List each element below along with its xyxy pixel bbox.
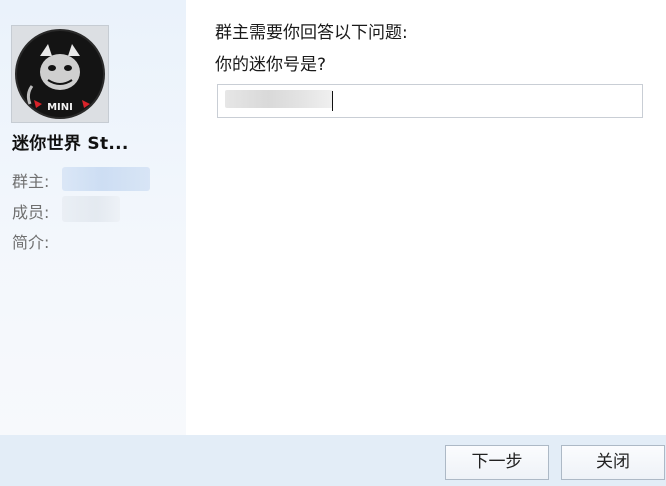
question-text: 你的迷你号是?	[215, 55, 327, 75]
intro-label: 简介:	[12, 233, 50, 252]
next-step-button[interactable]: 下一步	[445, 445, 549, 480]
group-avatar: MINI	[11, 25, 109, 123]
svg-text:MINI: MINI	[47, 102, 73, 113]
owner-value-redacted	[62, 167, 150, 191]
question-panel: 群主需要你回答以下问题: 你的迷你号是?	[186, 0, 666, 435]
answer-input[interactable]	[217, 84, 643, 118]
join-group-dialog: MINI 迷你世界 St... 群主: 成员: 简介: 群主需要你回答以下问题:…	[0, 0, 666, 486]
close-button[interactable]: 关闭	[561, 445, 665, 480]
group-name: 迷你世界 St...	[12, 134, 129, 154]
members-label: 成员:	[12, 203, 50, 222]
dialog-footer: 下一步 关闭	[0, 435, 666, 486]
group-avatar-image: MINI	[12, 26, 108, 122]
group-info-panel: MINI 迷你世界 St... 群主: 成员: 简介:	[0, 0, 186, 435]
members-value-redacted	[62, 196, 120, 222]
owner-label: 群主:	[12, 172, 50, 191]
question-title: 群主需要你回答以下问题:	[215, 23, 408, 43]
